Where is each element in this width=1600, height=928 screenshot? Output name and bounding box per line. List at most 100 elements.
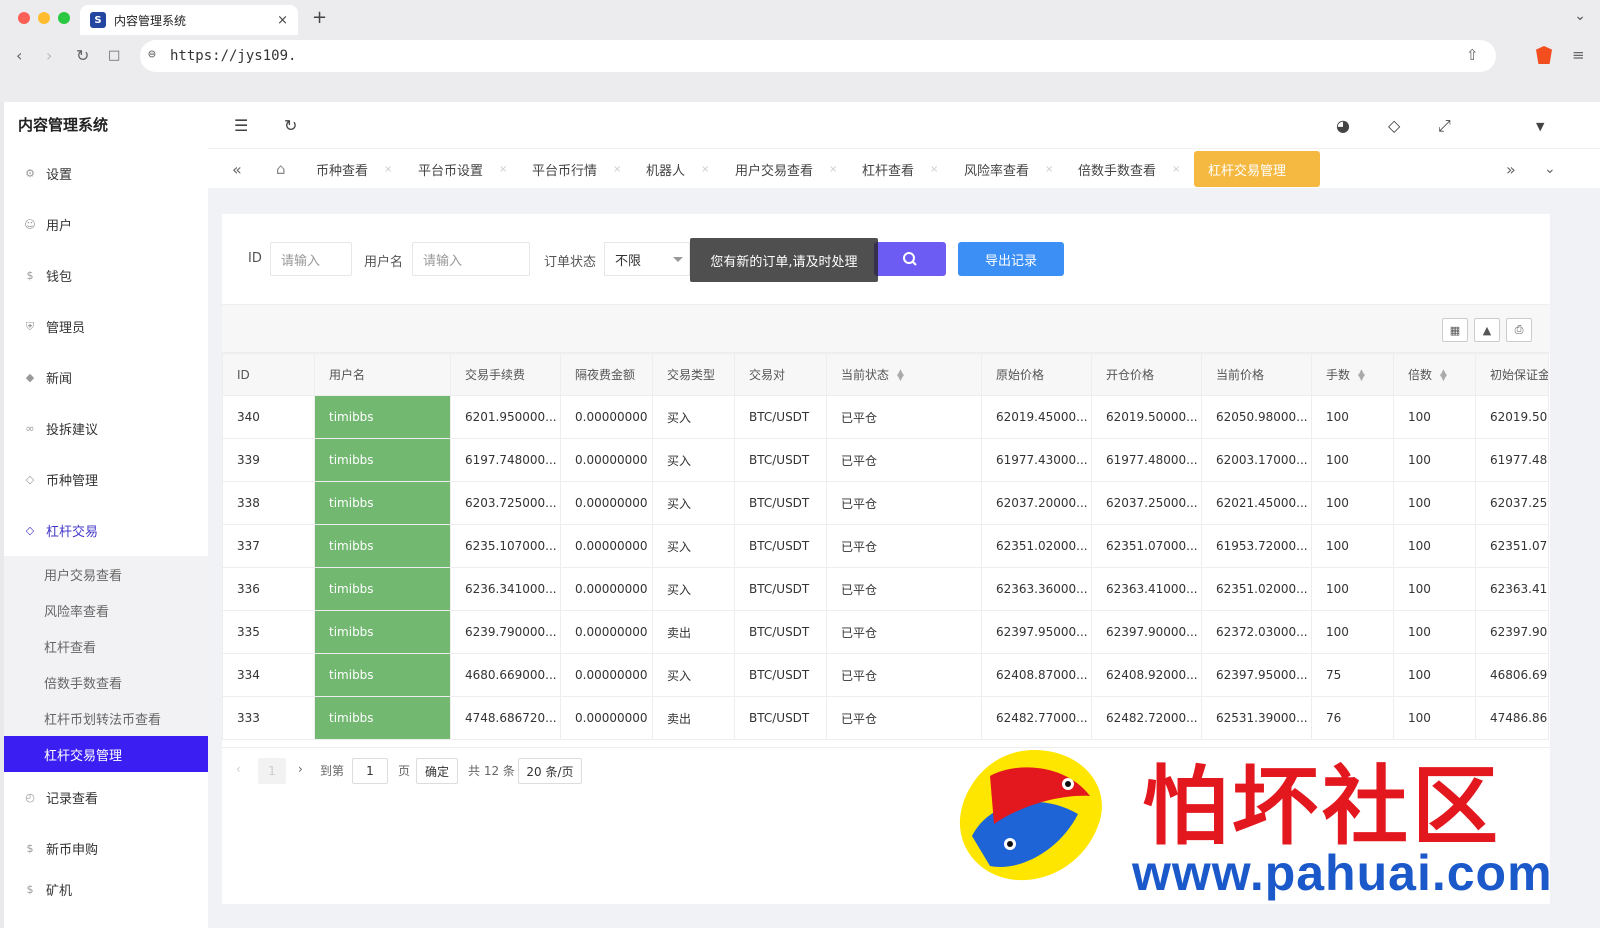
browser-tab[interactable]: S 内容管理系统 × bbox=[80, 5, 298, 35]
sidebar-item-coins[interactable]: ◇ 币种管理 bbox=[4, 454, 208, 505]
browser-menu-icon[interactable]: ≡ bbox=[1572, 46, 1585, 64]
table-cell: 6236.341000... bbox=[450, 567, 561, 611]
tab-multiple-lots[interactable]: 倍数手数查看 × bbox=[1078, 149, 1180, 189]
fullscreen-icon[interactable]: ⤢ bbox=[1438, 116, 1451, 136]
column-header: 隔夜费金额 bbox=[560, 353, 653, 396]
sort-icon[interactable]: ▲ ▼ bbox=[1358, 368, 1365, 382]
brave-shield-icon[interactable] bbox=[1536, 46, 1552, 64]
table-row[interactable]: 335 timibbs 6239.790000... 0.00000000 卖出 BTC/… bbox=[222, 610, 1549, 654]
close-icon[interactable]: × bbox=[499, 164, 507, 175]
reload-icon[interactable]: ↻ bbox=[76, 46, 89, 65]
share-icon[interactable]: ⇧ bbox=[1466, 46, 1479, 64]
table-cell: 100 bbox=[1393, 524, 1476, 568]
table-row[interactable]: 336 timibbs 6236.341000... 0.00000000 买入 BTC/… bbox=[222, 567, 1549, 611]
next-page-icon[interactable]: › bbox=[298, 762, 303, 776]
window-controls bbox=[18, 12, 70, 24]
sidebar-item-settings[interactable]: ⚙ 设置 bbox=[4, 148, 208, 199]
site-favicon-icon: S bbox=[90, 12, 106, 28]
close-icon[interactable]: × bbox=[829, 164, 837, 175]
page-size-select[interactable]: 20 条/页 bbox=[518, 758, 582, 784]
tag-icon[interactable]: ◇ bbox=[1388, 116, 1400, 135]
sidebar-item-miner[interactable]: $ 矿机 bbox=[4, 874, 208, 904]
tab-platform-coin-market[interactable]: 平台币行情 × bbox=[532, 149, 621, 189]
refresh-icon[interactable]: ↻ bbox=[284, 116, 297, 135]
table-cell: timibbs bbox=[314, 610, 451, 654]
address-bar[interactable]: ⊜ https://jys109. bbox=[140, 40, 1496, 72]
submenu-item-leverage-trade-manage[interactable]: 杠杆交易管理 bbox=[4, 736, 208, 772]
order-status-select[interactable]: 不限 bbox=[604, 242, 690, 276]
tab-label: 平台币设置 bbox=[418, 163, 484, 179]
sidebar-item-records[interactable]: ◴ 记录查看 bbox=[4, 772, 208, 823]
tab-robot[interactable]: 机器人 × bbox=[646, 149, 709, 189]
export-icon[interactable]: ▲ bbox=[1474, 318, 1500, 342]
table-row[interactable]: 337 timibbs 6235.107000... 0.00000000 买入 BTC/… bbox=[222, 524, 1549, 568]
id-input[interactable]: 请输入 bbox=[270, 242, 352, 276]
submenu-item-leverage-view[interactable]: 杠杆查看 bbox=[4, 628, 208, 664]
menu-toggle-icon[interactable]: ☰ bbox=[234, 116, 248, 135]
table-cell: 46806.690 bbox=[1475, 653, 1549, 697]
table-cell: 100 bbox=[1311, 481, 1394, 525]
tab-label: 用户交易查看 bbox=[735, 163, 814, 179]
column-header[interactable]: 当前状态 ▲ ▼ bbox=[826, 353, 982, 396]
table-row[interactable]: 340 timibbs 6201.950000... 0.00000000 买入 BTC/… bbox=[222, 395, 1549, 439]
tab-risk-rate[interactable]: 风险率查看 × bbox=[964, 149, 1053, 189]
submenu-item-risk-rate[interactable]: 风险率查看 bbox=[4, 592, 208, 628]
print-icon[interactable]: ⎙ bbox=[1506, 318, 1532, 342]
sidebar-item-wallet[interactable]: $ 钱包 bbox=[4, 250, 208, 301]
tab-leverage-view[interactable]: 杠杆查看 × bbox=[862, 149, 938, 189]
sort-icon[interactable]: ▲ ▼ bbox=[897, 368, 904, 382]
home-tab-icon[interactable]: ⌂ bbox=[276, 149, 286, 189]
tabs-menu-chevron-icon[interactable]: ⌄ bbox=[1544, 149, 1556, 189]
tab-user-trades[interactable]: 用户交易查看 × bbox=[735, 149, 837, 189]
id-label: ID bbox=[248, 251, 262, 266]
close-icon[interactable]: × bbox=[384, 164, 392, 175]
sidebar-item-feedback[interactable]: ∞ 投拆建议 bbox=[4, 403, 208, 454]
export-records-button[interactable]: 导出记录 bbox=[958, 242, 1064, 276]
close-window-button[interactable] bbox=[18, 12, 30, 24]
sidebar-item-leverage[interactable]: ◇ 杠杆交易 bbox=[4, 505, 208, 556]
search-button[interactable] bbox=[874, 242, 946, 276]
goto-confirm-button[interactable]: 确定 bbox=[416, 758, 458, 784]
submenu-item-multiple-lots[interactable]: 倍数手数查看 bbox=[4, 664, 208, 700]
username-input[interactable]: 请输入 bbox=[412, 242, 530, 276]
tabs-scroll-left-icon[interactable]: « bbox=[232, 149, 242, 189]
tab-list-chevron-icon[interactable]: ⌄ bbox=[1574, 8, 1586, 24]
close-tab-icon[interactable]: × bbox=[277, 13, 288, 28]
column-filter-icon[interactable]: ▦ bbox=[1442, 318, 1468, 342]
close-icon[interactable]: × bbox=[1045, 164, 1053, 175]
sidebar-item-users[interactable]: ☺ 用户 bbox=[4, 199, 208, 250]
sidebar-item-news[interactable]: ◆ 新闻 bbox=[4, 352, 208, 403]
submenu-item-user-trades[interactable]: 用户交易查看 bbox=[4, 556, 208, 592]
bookmark-icon[interactable]: □ bbox=[108, 48, 120, 63]
table-row[interactable]: 334 timibbs 4680.669000... 0.00000000 买入 BTC/… bbox=[222, 653, 1549, 697]
prev-page-icon[interactable]: ‹ bbox=[236, 762, 241, 776]
new-tab-icon[interactable]: + bbox=[312, 7, 327, 28]
close-icon[interactable]: × bbox=[1172, 164, 1180, 175]
tab-coin-view[interactable]: 币种查看 × bbox=[316, 149, 392, 189]
table-row[interactable]: 333 timibbs 4748.686720... 0.00000000 卖出 BTC/… bbox=[222, 696, 1549, 740]
submenu-item-transfer[interactable]: 杠杆币划转法币查看 bbox=[4, 700, 208, 736]
forward-icon[interactable]: › bbox=[46, 46, 52, 65]
theme-palette-icon[interactable]: ◕ bbox=[1336, 116, 1350, 135]
tab-label: 风险率查看 bbox=[964, 163, 1030, 179]
tab-leverage-trade-manage[interactable]: 杠杆交易管理 bbox=[1194, 151, 1320, 187]
column-header[interactable]: 手数 ▲ ▼ bbox=[1311, 353, 1394, 396]
page-current-button[interactable]: 1 bbox=[258, 758, 286, 784]
sort-icon[interactable]: ▲ ▼ bbox=[1440, 368, 1447, 382]
column-header[interactable]: 倍数 ▲ ▼ bbox=[1393, 353, 1476, 396]
tab-platform-coin-settings[interactable]: 平台币设置 × bbox=[418, 149, 507, 189]
close-icon[interactable]: × bbox=[701, 164, 709, 175]
user-dropdown-chevron-icon[interactable]: ▼ bbox=[1536, 120, 1544, 133]
minimize-window-button[interactable] bbox=[38, 12, 50, 24]
close-icon[interactable]: × bbox=[930, 164, 938, 175]
table-row[interactable]: 338 timibbs 6203.725000... 0.00000000 买入 BTC/… bbox=[222, 481, 1549, 525]
tabs-scroll-right-icon[interactable]: » bbox=[1506, 149, 1516, 189]
goto-page-input[interactable]: 1 bbox=[352, 758, 388, 784]
site-info-icon[interactable]: ⊜ bbox=[148, 47, 156, 62]
back-icon[interactable]: ‹ bbox=[16, 46, 22, 65]
table-row[interactable]: 339 timibbs 6197.748000... 0.00000000 买入 BTC/… bbox=[222, 438, 1549, 482]
close-icon[interactable]: × bbox=[613, 164, 621, 175]
sidebar-item-admins[interactable]: ⛨ 管理员 bbox=[4, 301, 208, 352]
sidebar-item-new-coin[interactable]: $ 新币申购 bbox=[4, 823, 208, 874]
maximize-window-button[interactable] bbox=[58, 12, 70, 24]
